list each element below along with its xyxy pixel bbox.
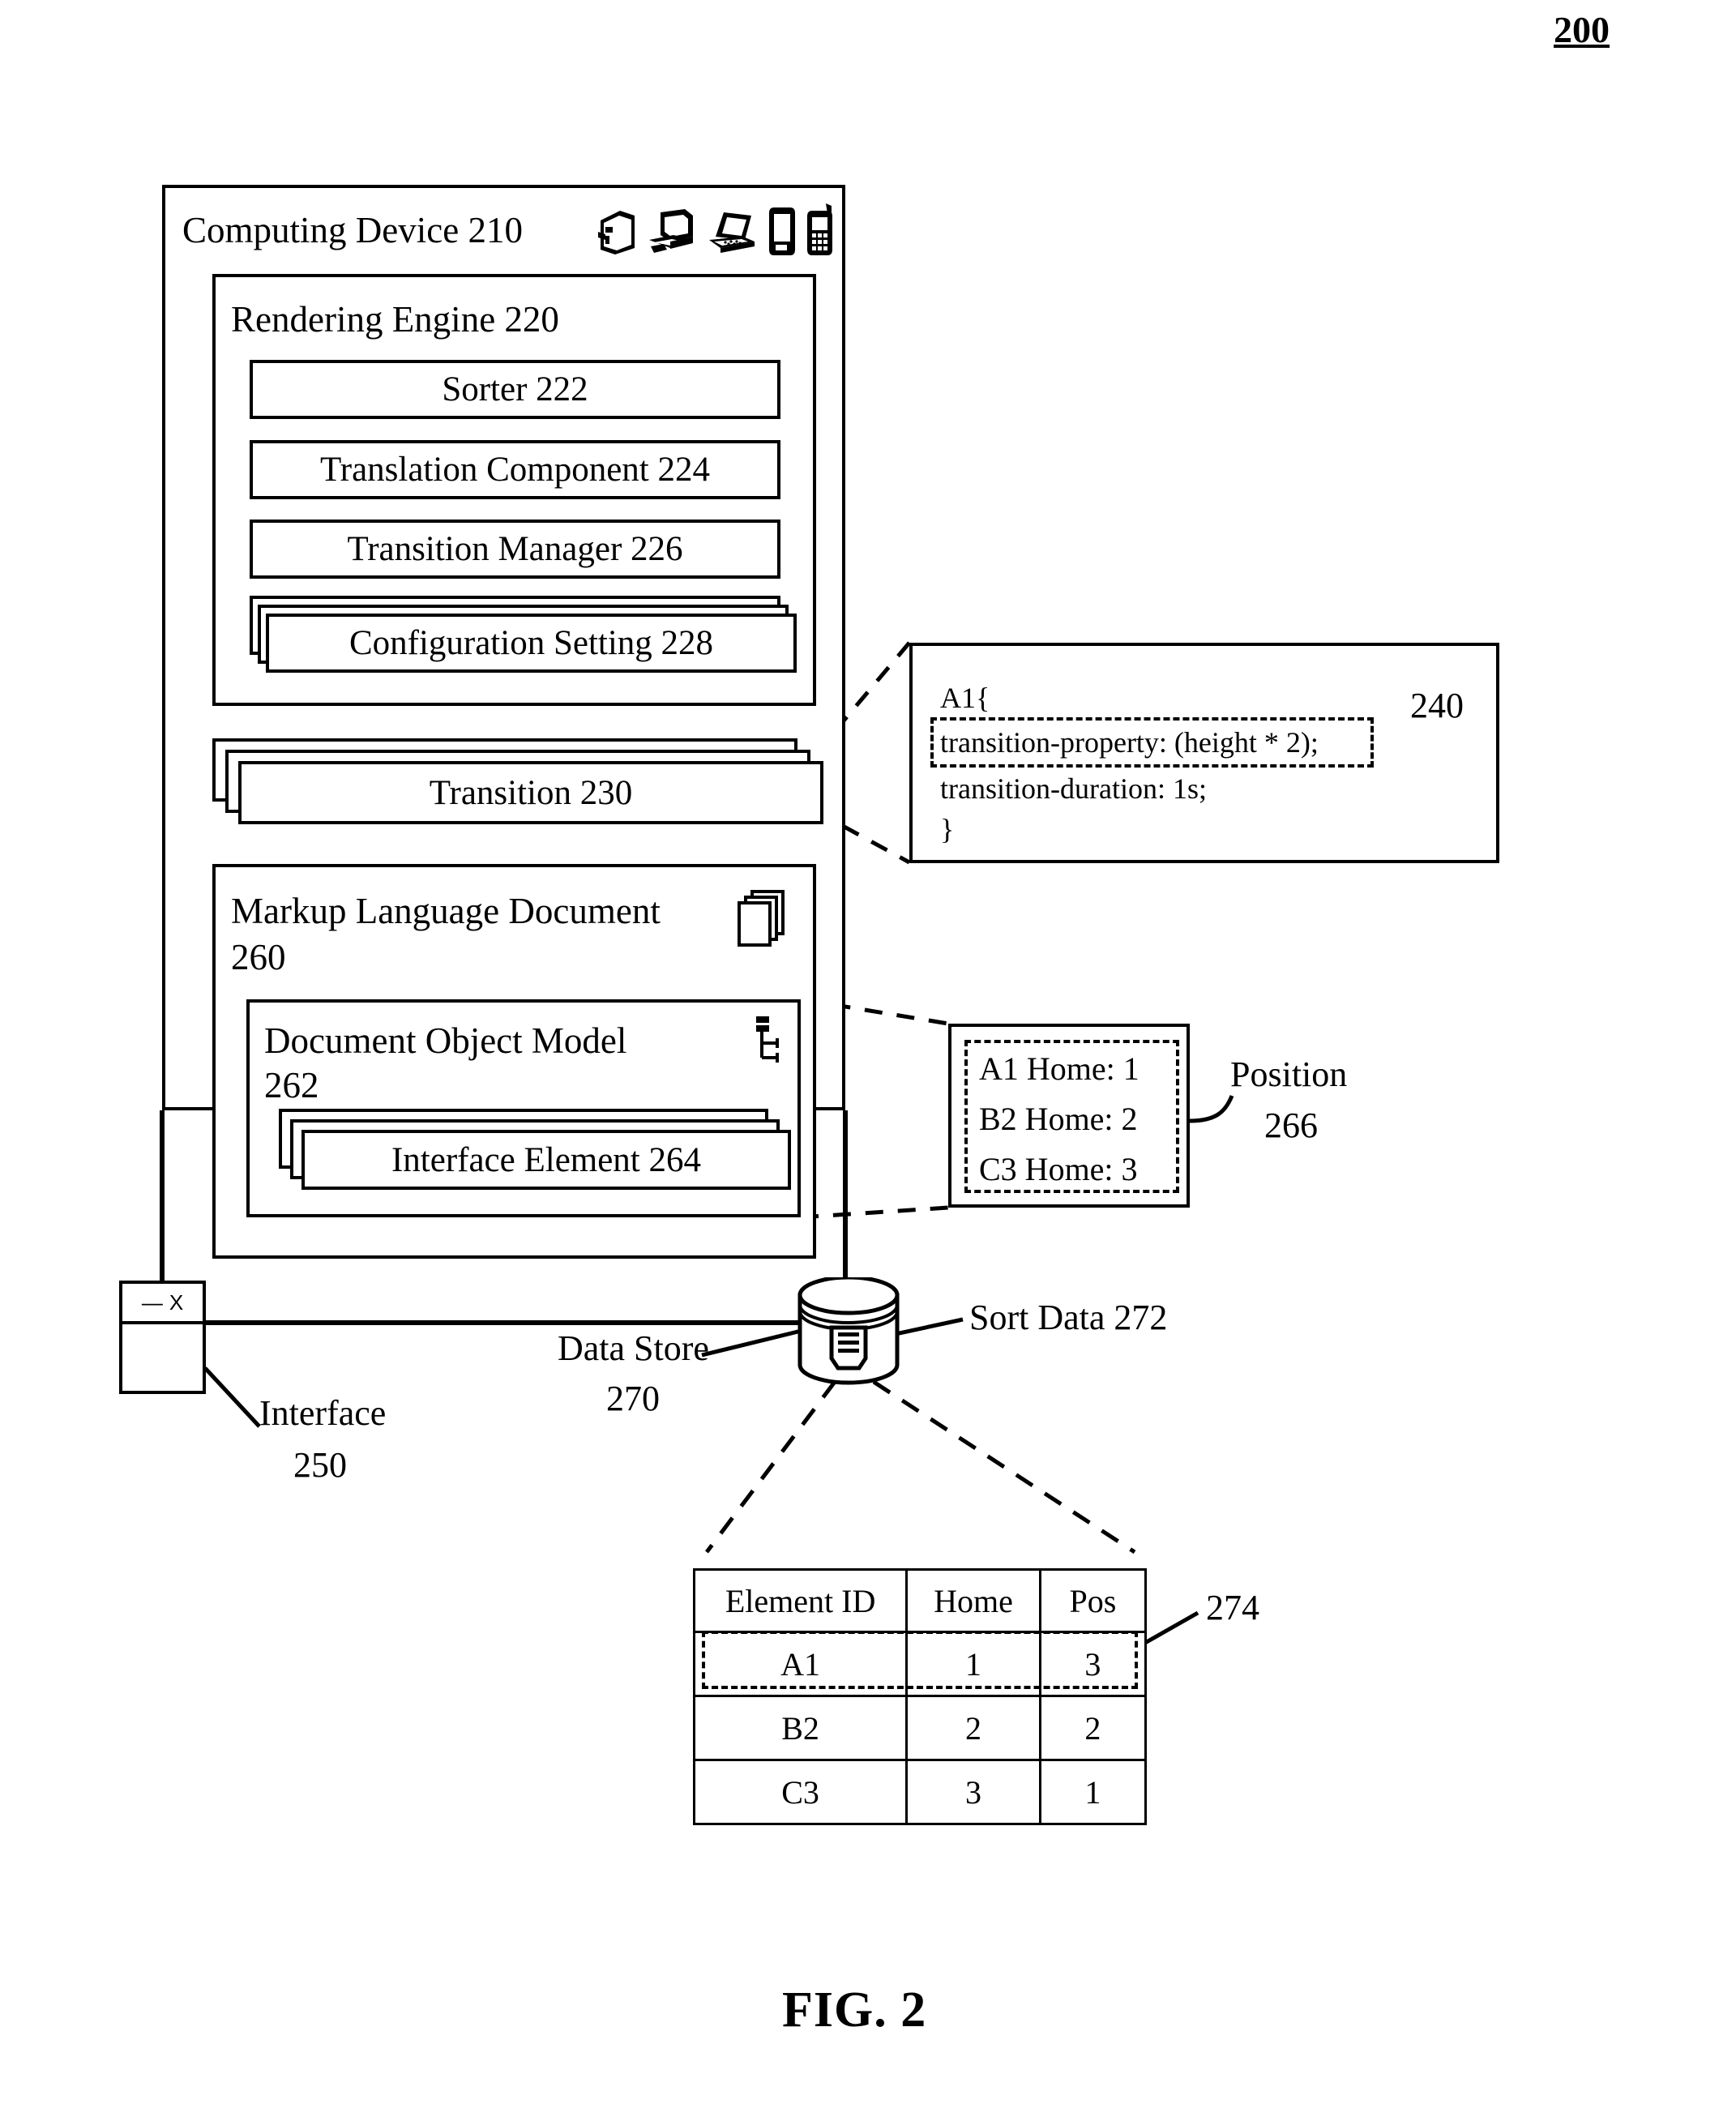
sorter-box: Sorter 222 [250,360,780,419]
dom-ref: 262 [264,1065,319,1105]
data-store-ref-line1: Data Store [558,1328,709,1368]
table-header-home: Home [905,1568,1041,1633]
cell-element-id: B2 [692,1695,909,1761]
sort-data-table: Element ID Home Pos A1 1 3 B2 2 2 C3 3 1 [692,1568,1148,1825]
cell-pos: 2 [1038,1695,1148,1761]
sort-table-ref: 274 [1206,1588,1259,1627]
computing-device-title: Computing Device 210 [182,210,523,250]
cell-home: 2 [905,1695,1041,1761]
interface-element-label: Interface Element 264 [391,1140,702,1179]
css-line-1: transition-property: (height * 2); [940,726,1319,759]
minimize-icon[interactable]: — [142,1290,163,1315]
interface-ref-line2: 250 [293,1445,347,1485]
css-callout-ref: 240 [1410,686,1464,725]
interface-ref-line1: Interface [259,1393,387,1433]
sort-table-highlight-dashed-box [702,1631,1138,1689]
css-line-3: } [940,813,955,845]
mobile-phone-icon [807,203,832,255]
cell-home: 3 [905,1759,1041,1825]
tablet-icon [769,207,795,255]
transition-manager-box: Transition Manager 226 [250,520,780,579]
stacked-pages-icon [738,890,785,947]
css-line-2: transition-duration: 1s; [940,772,1207,805]
table-header-element-id: Element ID [692,1568,909,1633]
translation-component-label: Translation Component 224 [320,451,710,489]
position-entry-1: B2 Home: 2 [979,1101,1138,1137]
position-entry-2: C3 Home: 3 [979,1151,1138,1187]
table-row: B2 2 2 [692,1695,1148,1761]
position-callout-ref-line1: Position [1230,1054,1348,1094]
figure-number: 200 [1554,9,1610,50]
server-tower-icon [598,211,635,254]
position-entry-0: A1 Home: 1 [979,1050,1140,1087]
sorter-label: Sorter 222 [442,370,588,408]
transition-manager-label: Transition Manager 226 [347,530,683,568]
markup-document-ref: 260 [231,937,286,977]
data-store-ref-line2: 270 [606,1379,660,1418]
interface-window-titlebar: — X [122,1284,203,1324]
figure-caption: FIG. 2 [782,1982,927,2038]
close-icon[interactable]: X [169,1290,183,1315]
table-header-pos: Pos [1038,1568,1148,1633]
css-line-0: A1{ [940,682,990,714]
interface-window[interactable]: — X [119,1281,206,1394]
table-header-row: Element ID Home Pos [692,1568,1148,1633]
sort-data-label: Sort Data 272 [969,1298,1168,1337]
cell-element-id: C3 [692,1759,909,1825]
database-cylinder-icon [797,1277,900,1385]
desktop-computer-icon [649,209,693,253]
configuration-setting-label: Configuration Setting 228 [348,624,714,662]
figure-canvas: 200 Computing Device 210 Rendering Engin… [0,0,1736,2104]
cell-pos: 1 [1038,1759,1148,1825]
table-row: C3 3 1 [692,1759,1148,1825]
interface-element-box: Interface Element 264 [301,1130,791,1190]
position-callout-ref-line2: 266 [1264,1105,1318,1145]
dom-tree-icon [756,1016,779,1063]
markup-document-title: Markup Language Document [231,891,661,931]
laptop-icon [709,212,755,253]
device-icon-row [596,203,836,258]
configuration-setting-box: Configuration Setting 228 [266,614,797,673]
dom-title: Document Object Model [264,1020,627,1061]
transition-box: Transition 230 [238,761,823,824]
rendering-engine-title: Rendering Engine 220 [231,299,559,340]
transition-label: Transition 230 [429,773,633,812]
translation-component-box: Translation Component 224 [250,440,780,499]
